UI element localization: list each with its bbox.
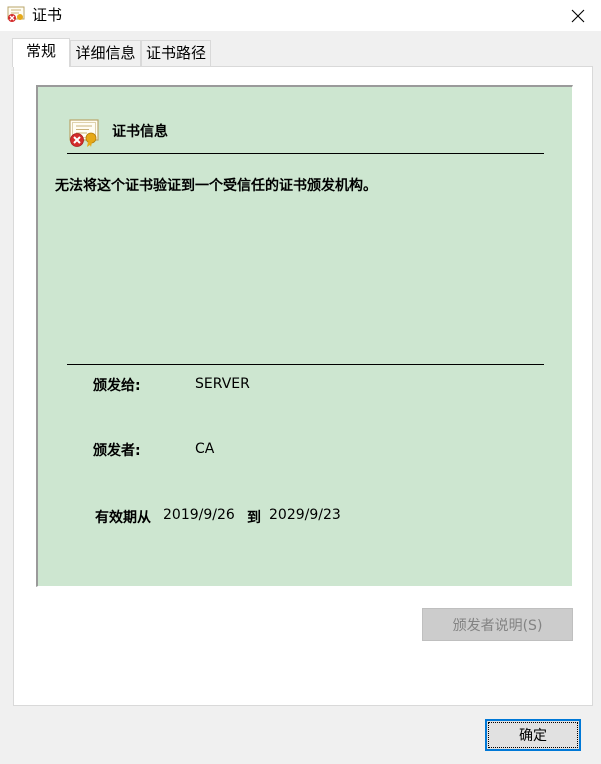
validity-to-label: 到 [247,510,261,526]
title-bar: 证书 [0,0,601,31]
close-button[interactable] [555,0,601,31]
ok-button[interactable]: 确定 [485,719,581,751]
issued-to-value: SERVER [195,376,250,392]
close-icon [571,9,585,22]
issuer-statement-button[interactable]: 颁发者说明(S) [422,608,573,641]
issued-by-value: CA [195,441,215,457]
issuer-statement-label: 颁发者说明(S) [452,617,543,634]
divider [67,153,544,154]
valid-from-value: 2019/9/26 [163,507,235,523]
valid-to-value: 2029/9/23 [269,507,341,523]
tab-details[interactable]: 详细信息 [70,40,141,66]
ok-label: 确定 [519,728,547,744]
certificate-error-icon [69,119,99,147]
validity-label: 有效期从 [95,510,151,526]
tab-label: 证书路径 [145,44,206,62]
validation-warning: 无法将这个证书验证到一个受信任的证书颁发机构。 [55,178,377,194]
certificate-info-box: 证书信息 无法将这个证书验证到一个受信任的证书颁发机构。 颁发给: SERVER… [36,85,573,587]
tab-general[interactable]: 常规 [12,38,70,67]
window-title: 证书 [32,6,63,24]
issued-by-label: 颁发者: [93,443,141,459]
issued-to-label: 颁发给: [93,378,141,394]
tab-label: 常规 [25,42,56,60]
certificate-dialog: 证书 常规 详细信息 证书路径 证书信息 无法将这个证书验证到一个受信任的证书颁… [0,0,601,764]
certificate-error-icon [7,6,25,22]
tab-certification-path[interactable]: 证书路径 [141,40,211,66]
general-tab-panel: 证书信息 无法将这个证书验证到一个受信任的证书颁发机构。 颁发给: SERVER… [13,66,593,706]
certificate-info-title: 证书信息 [112,124,168,140]
divider [67,364,544,365]
tab-label: 详细信息 [75,44,136,62]
